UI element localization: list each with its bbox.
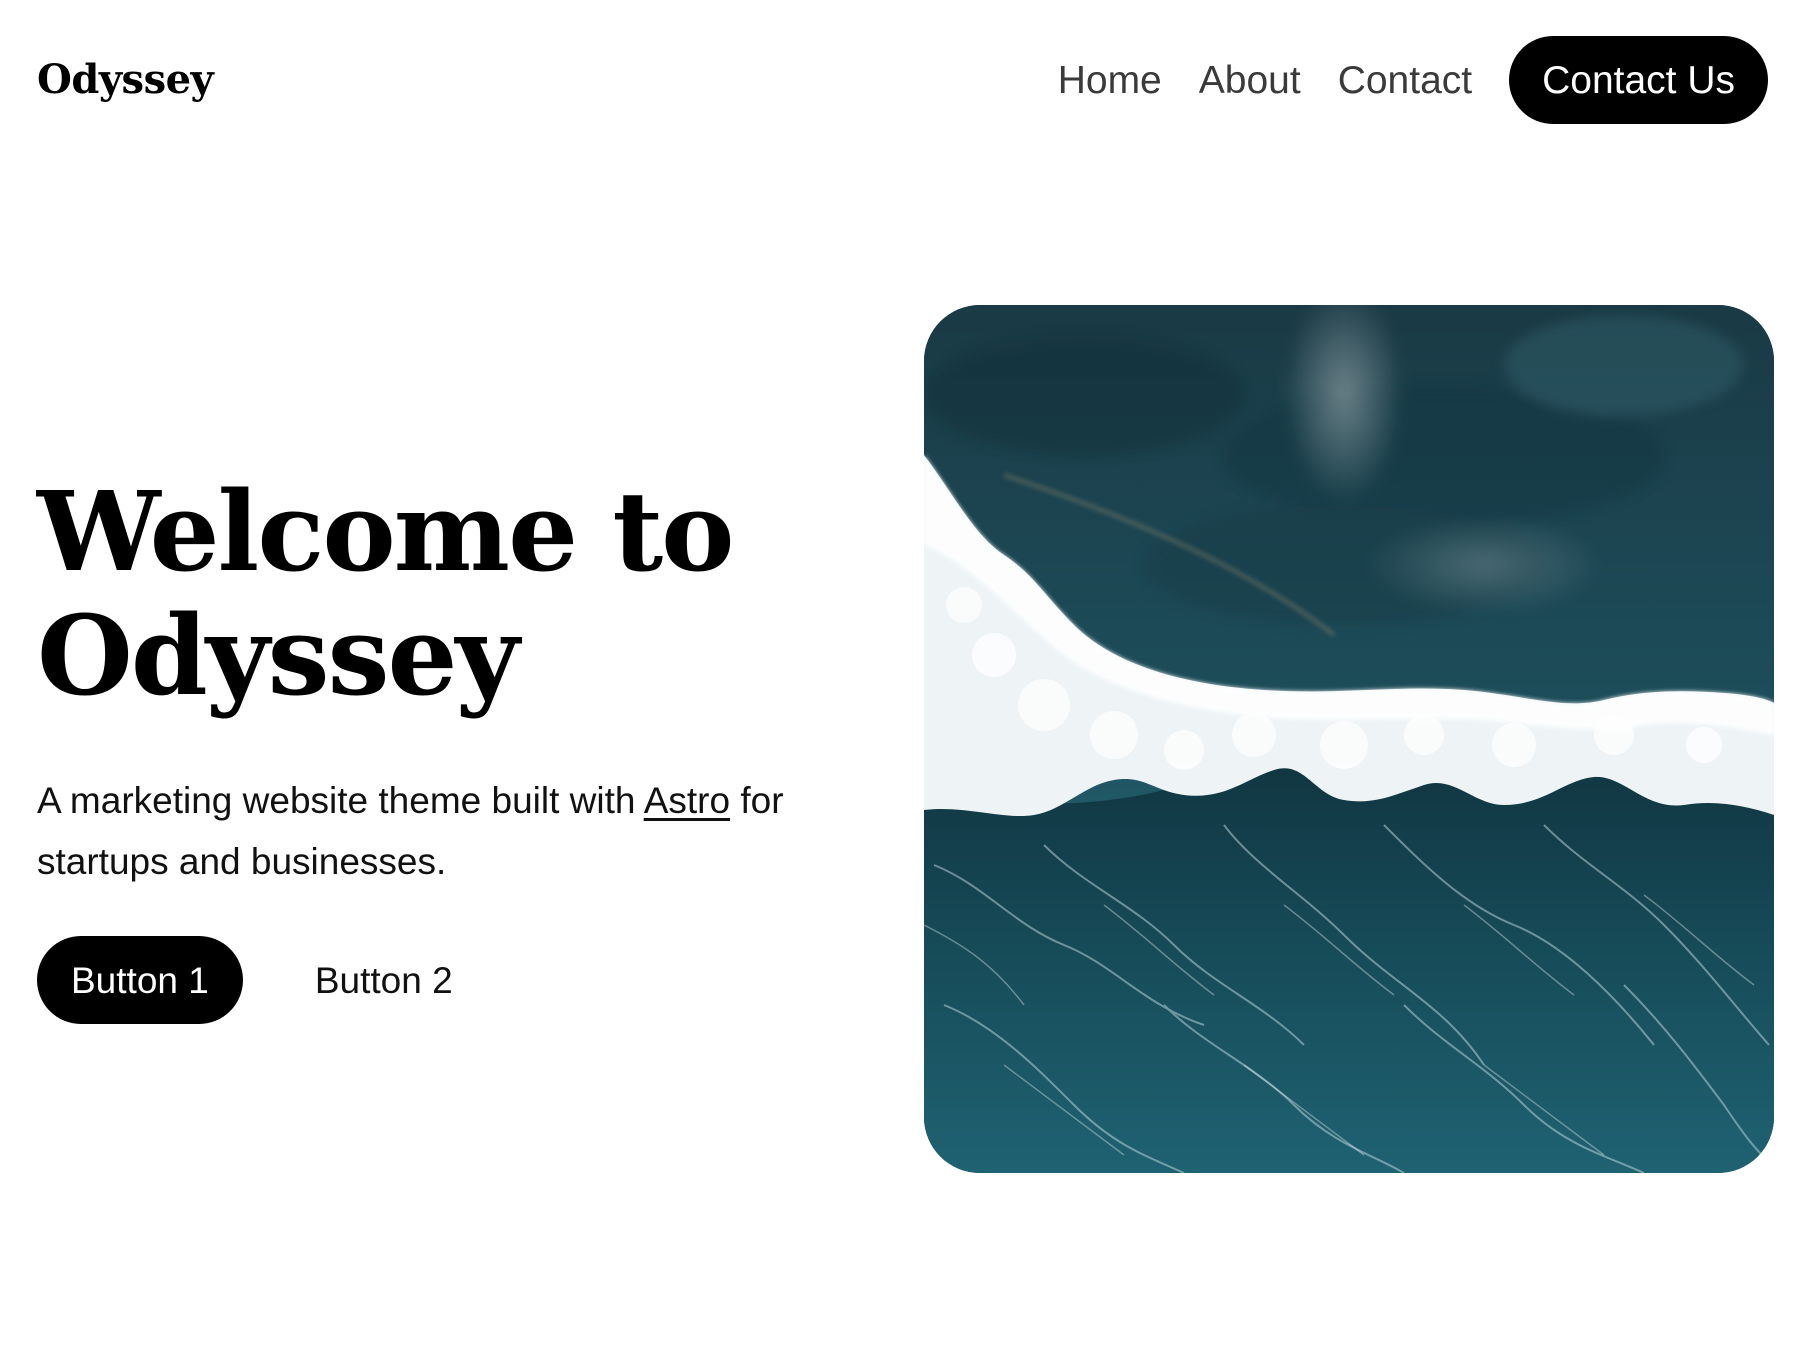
astro-link[interactable]: Astro: [644, 780, 730, 821]
hero-actions: Button 1 Button 2: [37, 936, 897, 1024]
button-2[interactable]: Button 2: [315, 936, 453, 1024]
hero-ocean-image: [924, 305, 1774, 1173]
brand-logo[interactable]: Odyssey: [37, 60, 214, 100]
hero-title-line-1: Welcome to: [37, 467, 735, 596]
nav-link-about[interactable]: About: [1199, 61, 1301, 100]
button-1[interactable]: Button 1: [37, 936, 243, 1024]
ocean-wave-graphic: [924, 305, 1774, 1173]
nav-link-contact[interactable]: Contact: [1338, 61, 1472, 100]
hero-title-line-2: Odyssey: [37, 591, 519, 720]
hero-content: Welcome to Odyssey A marketing website t…: [37, 470, 897, 1024]
main-nav: Home About Contact Contact Us: [1058, 36, 1768, 124]
hero-title: Welcome to Odyssey: [37, 470, 897, 718]
site-header: Odyssey Home About Contact Contact Us: [37, 36, 1768, 124]
hero-subtitle: A marketing website theme built with Ast…: [37, 770, 867, 892]
contact-us-button[interactable]: Contact Us: [1509, 36, 1768, 124]
hero-subtitle-text-start: A marketing website theme built with: [37, 780, 644, 821]
nav-link-home[interactable]: Home: [1058, 61, 1162, 100]
